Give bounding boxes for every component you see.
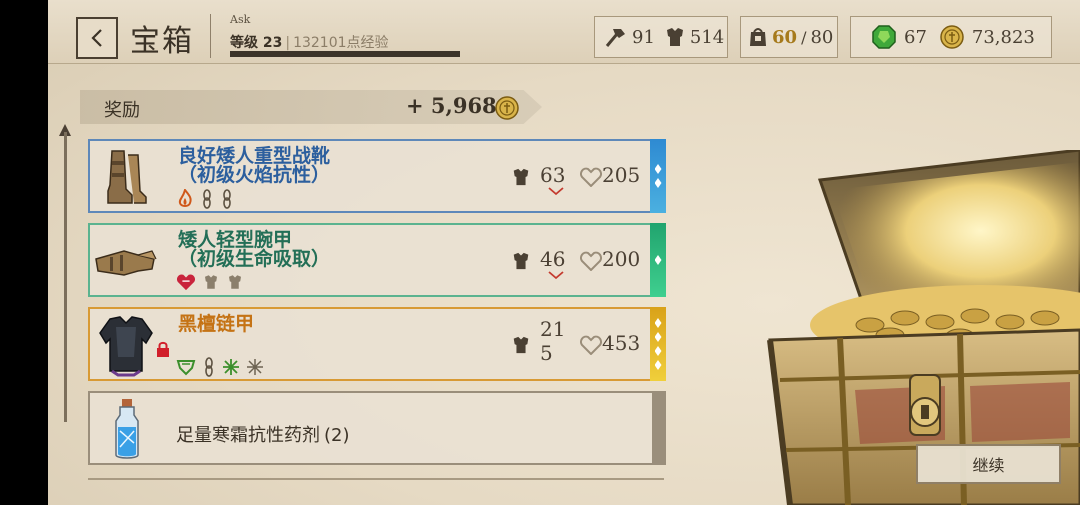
health-icon [580,251,602,271]
rarity-strip-gold [650,307,666,381]
armor-icon [513,168,529,186]
armor-value: 46 [540,247,566,271]
health-value: 453 [602,331,641,355]
gem-icon [872,25,896,49]
level-label: 等级 23 [230,35,283,51]
chain-icon [203,189,211,209]
item-name-line1: 黑檀链甲 [178,313,255,335]
loot-item-card[interactable]: 良好矮人重型战靴 （初级火焰抗性） 63 205 [88,139,666,213]
bag-icon [750,28,766,46]
currency-box[interactable]: 67 73,823 [850,16,1052,58]
level-divider: | [285,35,291,51]
loot-screen: 宝箱 Ask 等级 23 | 132101点经验 91 514 60 / 80 67… [48,0,1080,505]
loot-item-card[interactable]: 矮人轻型腕甲 （初级生命吸取） 46 200 [88,223,666,297]
chevron-left-icon [91,29,102,47]
list-divider [88,478,664,480]
shield-rune-icon [176,360,196,376]
armor-total: 514 [689,26,725,48]
gem-count: 67 [904,26,927,48]
back-button[interactable] [76,17,118,59]
chain-icon [205,357,213,377]
gold-coin-icon [940,25,964,49]
gold-count: 73,823 [971,26,1035,48]
reward-label: 奖励 [104,100,140,121]
reward-value: + 5,968 [406,93,497,118]
item-name: 黑檀链甲 [178,315,254,334]
rarity-gem-icon [654,178,662,188]
armor-value: 63 [540,163,566,187]
effect-icons [176,357,264,377]
item-name-line2: （初级生命吸取） [178,248,331,270]
stat-decrease-icon [548,187,564,196]
stat-decrease-icon [548,271,564,280]
inventory-box[interactable]: 60 / 80 [740,16,838,58]
rarity-gem-icon [654,332,662,342]
armor-value: 215 [540,317,566,365]
rarity-gem-icon [654,360,662,370]
rarity-strip-blue [650,139,666,213]
rarity-gem-icon [654,164,662,174]
armor-rune-icon [205,275,217,289]
heart-drain-icon [176,274,196,291]
inventory-current: 60 [772,26,798,48]
rarity-gem-icon [654,255,662,265]
bracers-icon [95,250,157,276]
item-quantity: (2) [324,425,350,446]
xp-label: 132101点经验 [293,35,389,51]
health-value: 200 [602,247,641,271]
rarity-gem-icon [654,318,662,328]
item-name: 良好矮人重型战靴 （初级火焰抗性） [178,147,330,185]
lock-icon[interactable] [156,341,170,357]
health-value: 205 [602,163,641,187]
armor-rune-icon [229,275,241,289]
armor-icon [666,28,683,46]
hammer-icon [605,29,625,47]
health-icon [580,335,602,355]
xp-bar-fill [230,51,460,57]
item-name: 足量寒霜抗性药剂 (2) [176,421,350,447]
player-name: Ask [230,13,251,26]
continue-button[interactable]: 继续 [916,444,1061,484]
tools-count: 91 [632,26,655,48]
level-info: 等级 23 | 132101点经验 [230,32,389,52]
fire-icon [178,189,192,207]
chain-armor-icon [99,316,153,377]
effect-icons [176,189,234,209]
page-title: 宝箱 [130,24,194,59]
rarity-gem-icon [654,346,662,356]
star-rune-icon [247,359,263,375]
scrollbar[interactable] [64,132,67,422]
title-divider [210,14,211,58]
star-rune-icon [223,359,239,375]
loot-item-card[interactable]: 黑檀链甲 215 453 [88,307,666,381]
armor-icon [513,336,529,354]
xp-bar [230,51,460,57]
chain-icon [223,189,231,209]
inventory-max: 80 [810,26,834,48]
rarity-strip-green [650,223,666,297]
gear-stats-box[interactable]: 91 514 [594,16,728,58]
inventory-separator: / [801,27,807,47]
loot-item-card[interactable]: 足量寒霜抗性药剂 (2) [88,391,666,465]
potion-name-text: 足量寒霜抗性药剂 [176,425,320,446]
effect-icons [176,273,244,291]
potion-icon [115,399,139,459]
heavy-boots-icon [107,150,147,204]
gold-coin-icon [495,96,519,120]
item-name-line2: （初级火焰抗性） [178,164,331,186]
top-bar: 宝箱 Ask 等级 23 | 132101点经验 91 514 60 / 80 67… [48,0,1080,64]
armor-icon [513,252,529,270]
item-name: 矮人轻型腕甲 （初级生命吸取） [178,231,330,269]
health-icon [580,167,602,187]
